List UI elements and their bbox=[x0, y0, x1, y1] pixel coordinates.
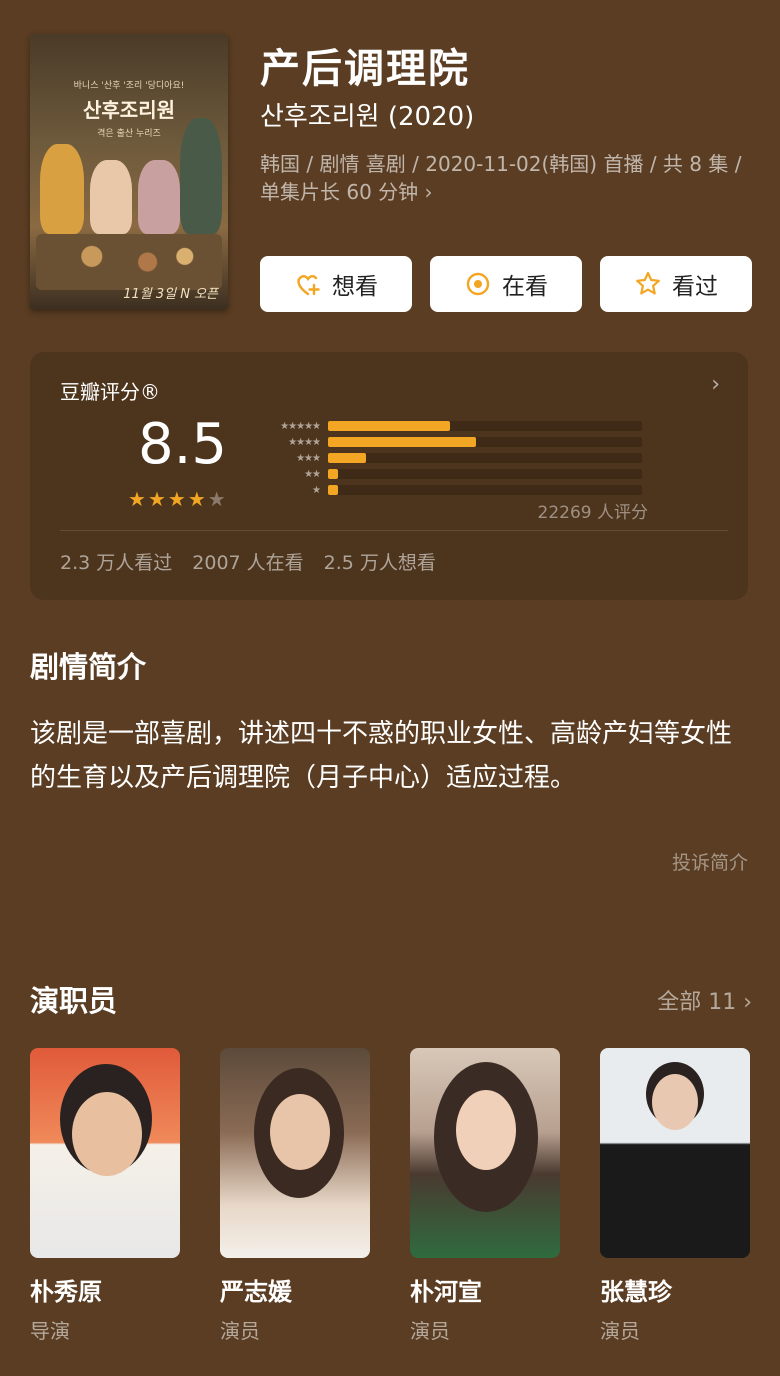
rating-bar-fill bbox=[328, 421, 450, 431]
bar-star-icons: ★★★★★ bbox=[280, 420, 321, 432]
cast-member[interactable]: 严志媛 演员 bbox=[220, 1048, 370, 1344]
poster-tagline: 바니스 '산후 '조리 '당디아요! bbox=[73, 81, 185, 91]
cast-member[interactable]: 朴河宣 演员 bbox=[410, 1048, 560, 1344]
rating-label: 豆瓣评分® bbox=[60, 380, 160, 404]
divider bbox=[60, 530, 728, 531]
cast-heading: 演职员 bbox=[30, 984, 118, 1018]
synopsis-heading: 剧情简介 bbox=[30, 650, 147, 684]
cast-photo[interactable] bbox=[220, 1048, 370, 1258]
cast-member[interactable]: 朴秀原 导演 bbox=[30, 1048, 180, 1344]
rating-bar-fill bbox=[328, 437, 476, 447]
rating-bar-fill bbox=[328, 453, 366, 463]
meta-info[interactable]: 韩国 / 剧情 喜剧 / 2020-11-02(韩国) 首播 / 共 8 集 /… bbox=[260, 150, 746, 206]
want-to-watch-label: 想看 bbox=[332, 274, 378, 300]
watched-count: 2.3 万人看过 bbox=[60, 552, 173, 574]
cast-photo[interactable] bbox=[410, 1048, 560, 1258]
cast-member[interactable]: 张慧珍 演员 bbox=[600, 1048, 750, 1344]
rating-bar-row: ★★★★★ bbox=[256, 418, 642, 434]
wish-count: 2.5 万人想看 bbox=[323, 552, 436, 574]
star-filled-icon: ★ bbox=[147, 487, 166, 511]
cast-role: 导演 bbox=[30, 1319, 70, 1343]
bar-star-icons: ★ bbox=[312, 484, 321, 496]
rating-distribution: ★★★★★ ★★★★ ★★★ ★★ ★ bbox=[256, 418, 642, 498]
heart-plus-icon bbox=[297, 275, 320, 296]
cast-name: 张慧珍 bbox=[600, 1278, 672, 1306]
cast-name: 朴河宣 bbox=[410, 1278, 482, 1306]
watching-label: 在看 bbox=[502, 274, 548, 300]
poster-image[interactable]: 바니스 '산후 '조리 '당디아요! 산후조리원 격은 출산 누리즈 11월 3… bbox=[30, 34, 228, 310]
cast-name: 严志媛 bbox=[220, 1278, 292, 1306]
rating-bar-fill bbox=[328, 485, 338, 495]
star-filled-icon: ★ bbox=[128, 487, 146, 511]
poster-figure bbox=[180, 118, 222, 234]
rating-bar-track bbox=[328, 469, 642, 479]
star-outline-icon bbox=[636, 271, 660, 295]
synopsis-text[interactable]: 该剧是一部喜剧，讲述四十不惑的职业女性、高龄产妇等女性的生育以及产后调理院（月子… bbox=[30, 712, 748, 800]
rating-bar-row: ★★★ bbox=[256, 450, 642, 466]
cast-photo[interactable] bbox=[30, 1048, 180, 1258]
see-all-cast-link[interactable]: 全部 11 › bbox=[657, 984, 752, 1016]
rating-bar-track bbox=[328, 453, 642, 463]
poster-date: 11월 3일 N 오픈 bbox=[123, 287, 218, 302]
page-title: 产后调理院 bbox=[260, 46, 470, 92]
poster-figure bbox=[40, 144, 84, 234]
poster-table bbox=[36, 234, 222, 290]
bar-star-icons: ★★★★ bbox=[288, 436, 321, 448]
cast-photo[interactable] bbox=[600, 1048, 750, 1258]
chevron-right-icon[interactable]: › bbox=[711, 372, 720, 397]
target-icon bbox=[466, 272, 490, 296]
watching-count: 2007 人在看 bbox=[192, 552, 304, 574]
watched-button[interactable]: 看过 bbox=[600, 256, 752, 312]
poster-figure bbox=[138, 160, 180, 234]
watching-button[interactable]: 在看 bbox=[430, 256, 582, 312]
rating-bar-track bbox=[328, 421, 642, 431]
cast-role: 演员 bbox=[600, 1319, 640, 1343]
rating-bar-fill bbox=[328, 469, 338, 479]
star-filled-icon: ★ bbox=[187, 487, 206, 511]
watched-label: 看过 bbox=[672, 274, 718, 300]
original-title: 산후조리원 (2020) bbox=[260, 102, 475, 132]
star-empty-icon: ★ bbox=[207, 487, 226, 511]
star-filled-icon: ★ bbox=[167, 487, 186, 511]
rating-count: 22269 人评分 bbox=[537, 503, 648, 523]
bar-star-icons: ★★ bbox=[304, 468, 321, 480]
cast-list: 朴秀原 导演 严志媛 演员 朴河宣 演员 张慧珍 演员 bbox=[30, 1048, 750, 1344]
cast-role: 演员 bbox=[220, 1319, 260, 1343]
rating-bar-row: ★★ bbox=[256, 466, 642, 482]
rating-stars: ★ ★ ★ ★ ★ bbox=[128, 488, 226, 510]
want-to-watch-button[interactable]: 想看 bbox=[260, 256, 412, 312]
rating-bar-row: ★ bbox=[256, 482, 642, 498]
rating-bar-row: ★★★★ bbox=[256, 434, 642, 450]
complain-link[interactable]: 投诉简介 bbox=[672, 848, 748, 875]
rating-bar-track bbox=[328, 437, 642, 447]
rating-card[interactable]: 豆瓣评分® › 8.5 ★ ★ ★ ★ ★ ★★★★★ ★★★★ ★★★ ★★ ★ 22269 … bbox=[30, 352, 748, 600]
rating-bar-track bbox=[328, 485, 642, 495]
bar-star-icons: ★★★ bbox=[296, 452, 321, 464]
cast-role: 演员 bbox=[410, 1319, 450, 1343]
rating-stats: 2.3 万人看过 2007 人在看 2.5 万人想看 bbox=[60, 548, 436, 575]
rating-score: 8.5 bbox=[138, 412, 228, 477]
cast-name: 朴秀原 bbox=[30, 1278, 102, 1306]
action-bar: 想看 在看 看过 bbox=[260, 256, 752, 312]
poster-figure bbox=[90, 160, 132, 234]
